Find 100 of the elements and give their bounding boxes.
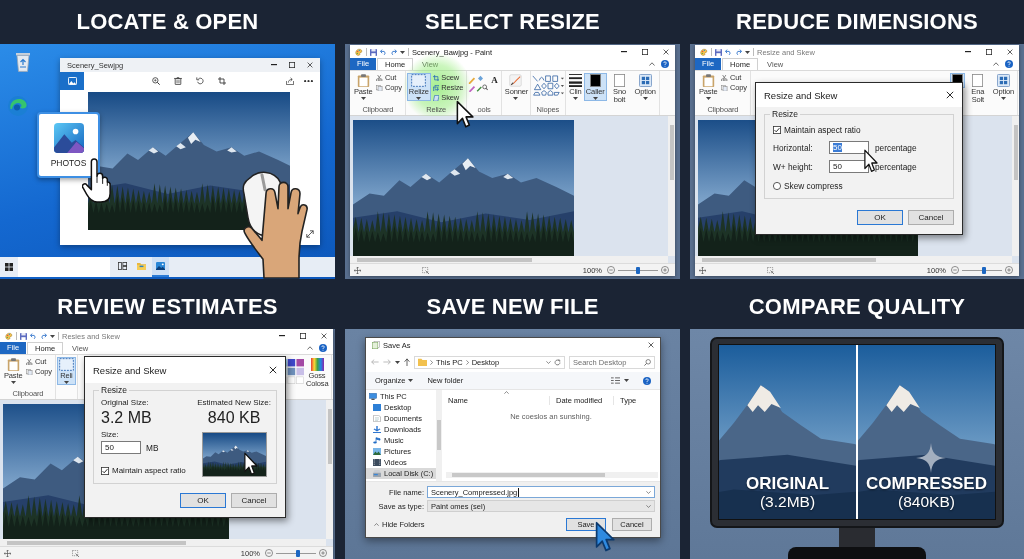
cancel-button[interactable]: Cancel bbox=[908, 210, 954, 225]
slider-thumb[interactable] bbox=[636, 266, 640, 274]
collapse-ribbon-icon[interactable] bbox=[649, 62, 655, 66]
horizontal-scrollbar[interactable] bbox=[350, 256, 668, 263]
save-icon[interactable] bbox=[20, 332, 27, 340]
swatch-icon bbox=[614, 74, 626, 87]
maximize-icon[interactable] bbox=[642, 49, 648, 55]
help-icon[interactable] bbox=[643, 376, 651, 385]
zoom-in-icon[interactable] bbox=[1005, 266, 1013, 274]
zoom-out-icon[interactable] bbox=[265, 549, 273, 557]
vertical-scrollbar[interactable] bbox=[326, 400, 333, 539]
zoom-slider[interactable] bbox=[618, 266, 658, 274]
cancel-button[interactable]: Cancel bbox=[231, 493, 277, 508]
zoom-slider[interactable] bbox=[962, 266, 1002, 274]
help-icon[interactable] bbox=[1005, 60, 1013, 68]
close-icon[interactable] bbox=[269, 366, 277, 374]
chevron-icon bbox=[374, 523, 379, 526]
caret-icon bbox=[592, 96, 598, 100]
dashed-rectangle-icon bbox=[58, 358, 74, 371]
help-icon[interactable] bbox=[319, 344, 327, 352]
drawing-tools-icon[interactable] bbox=[468, 75, 489, 92]
expand-icon[interactable] bbox=[306, 230, 314, 238]
maximize-icon[interactable] bbox=[289, 62, 295, 68]
shapes-gallery-icon[interactable] bbox=[531, 75, 564, 97]
caret-icon[interactable] bbox=[624, 379, 629, 382]
browser-icon[interactable] bbox=[8, 96, 28, 116]
horizontal-scrollbar[interactable] bbox=[695, 256, 1012, 263]
step-title: REVIEW ESTIMATES bbox=[57, 294, 278, 320]
image-view-button[interactable] bbox=[60, 72, 84, 90]
start-icon[interactable] bbox=[5, 263, 13, 271]
close-icon[interactable] bbox=[307, 62, 313, 68]
save-icon[interactable] bbox=[715, 48, 722, 56]
maximize-icon[interactable] bbox=[986, 49, 992, 55]
help-icon[interactable] bbox=[661, 60, 669, 68]
vertical-scrollbar[interactable] bbox=[436, 390, 442, 481]
vertical-scrollbar[interactable] bbox=[668, 116, 675, 256]
view-options-icon[interactable] bbox=[611, 377, 620, 384]
ok-button[interactable]: OK bbox=[857, 210, 903, 225]
vertical-scrollbar[interactable] bbox=[1012, 116, 1019, 256]
zoom-slider[interactable] bbox=[276, 549, 316, 557]
caret-icon[interactable] bbox=[50, 334, 55, 338]
search-field[interactable] bbox=[18, 257, 110, 277]
trash-icon[interactable] bbox=[174, 77, 182, 85]
redo-icon[interactable] bbox=[40, 333, 47, 339]
save-icon[interactable] bbox=[370, 48, 377, 56]
close-icon[interactable] bbox=[1007, 49, 1013, 55]
up-arrow-icon[interactable] bbox=[404, 358, 410, 366]
move-icon bbox=[699, 266, 706, 274]
minimize-icon[interactable] bbox=[621, 51, 627, 53]
caret-icon bbox=[646, 504, 651, 508]
field-label: Estimated New Size: bbox=[197, 398, 271, 407]
caret-icon[interactable] bbox=[395, 360, 400, 364]
redo-icon[interactable] bbox=[735, 49, 742, 55]
more-icon[interactable] bbox=[304, 79, 313, 83]
undo-icon[interactable] bbox=[380, 49, 387, 55]
zoom-out-icon[interactable] bbox=[607, 266, 615, 274]
zoom-in-icon[interactable] bbox=[661, 266, 669, 274]
minimize-icon[interactable] bbox=[271, 64, 277, 66]
photos-app-tile[interactable]: PHOTOS bbox=[37, 112, 100, 178]
input-field[interactable]: 50 bbox=[829, 160, 869, 173]
input-field[interactable]: 50 bbox=[829, 141, 869, 154]
minimize-icon[interactable] bbox=[279, 335, 285, 337]
horizontal-scrollbar[interactable] bbox=[0, 539, 326, 546]
ok-button[interactable]: OK bbox=[180, 493, 226, 508]
maximize-icon[interactable] bbox=[300, 333, 306, 339]
zoom-in-icon[interactable] bbox=[319, 549, 327, 557]
skew-icon bbox=[432, 94, 440, 102]
undo-icon[interactable] bbox=[725, 49, 732, 55]
unit-label: percentage bbox=[875, 161, 917, 172]
checkbox[interactable] bbox=[773, 126, 781, 134]
crop-icon[interactable] bbox=[218, 77, 226, 85]
close-icon[interactable] bbox=[648, 342, 654, 348]
recycle-bin-icon[interactable] bbox=[15, 52, 31, 72]
close-icon[interactable] bbox=[946, 91, 954, 99]
input-field[interactable]: 50 bbox=[101, 441, 141, 454]
refresh-icon[interactable] bbox=[554, 358, 561, 366]
slider-thumb[interactable] bbox=[982, 266, 986, 274]
close-icon[interactable] bbox=[321, 333, 327, 339]
photos-button[interactable] bbox=[152, 257, 169, 277]
zoom-out-icon[interactable] bbox=[951, 266, 959, 274]
paint-app-icon[interactable] bbox=[700, 48, 708, 56]
caret-icon[interactable] bbox=[745, 50, 750, 54]
close-icon[interactable] bbox=[663, 49, 669, 55]
slider-thumb[interactable] bbox=[296, 549, 300, 557]
rotate-icon[interactable] bbox=[196, 77, 204, 85]
radio-button[interactable] bbox=[773, 182, 781, 190]
minimize-icon[interactable] bbox=[965, 51, 971, 53]
horizontal-scrollbar[interactable] bbox=[446, 472, 658, 478]
collapse-ribbon-icon[interactable] bbox=[993, 62, 999, 66]
paint-app-icon[interactable] bbox=[355, 48, 363, 56]
clipboard-icon bbox=[356, 74, 370, 87]
checkbox[interactable] bbox=[101, 466, 109, 475]
zoom-icon[interactable] bbox=[152, 77, 160, 85]
redo-icon[interactable] bbox=[390, 49, 397, 55]
paint-app-icon[interactable] bbox=[5, 332, 13, 340]
share-icon[interactable] bbox=[286, 77, 294, 85]
collapse-ribbon-icon[interactable] bbox=[307, 346, 313, 350]
caret-icon bbox=[63, 380, 69, 384]
text-tool-button[interactable]: A bbox=[489, 75, 500, 86]
undo-icon[interactable] bbox=[30, 333, 37, 339]
